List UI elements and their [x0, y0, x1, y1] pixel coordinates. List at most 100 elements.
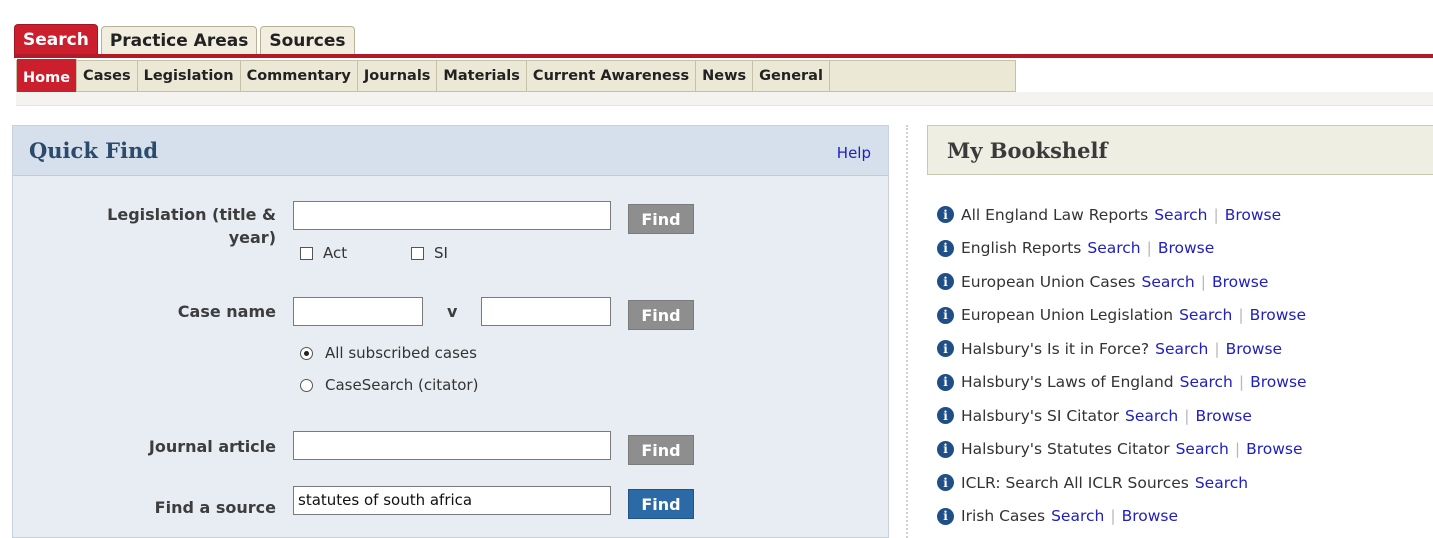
column-divider [906, 125, 908, 538]
legislation-input[interactable] [293, 201, 611, 230]
si-checkbox[interactable]: SI [411, 244, 448, 262]
subnav-general[interactable]: General [753, 61, 830, 91]
radio-casesearch[interactable]: CaseSearch (citator) [300, 376, 478, 394]
bookshelf-search-link[interactable]: Search [1125, 407, 1178, 425]
subnav-news[interactable]: News [696, 61, 754, 91]
bookshelf-item: i Irish Cases Search | Browse [937, 500, 1307, 534]
bookshelf-browse-link[interactable]: Browse [1226, 340, 1282, 358]
radio-all-subscribed-dot[interactable] [300, 346, 313, 360]
bookshelf-search-link[interactable]: Search [1154, 206, 1207, 224]
case-find-button[interactable]: Find [628, 300, 694, 330]
bookshelf-item: i European Union Legislation Search | Browse [937, 299, 1307, 333]
bookshelf-browse-link[interactable]: Browse [1158, 239, 1214, 257]
bookshelf-item-name: ICLR: Search All ICLR Sources [961, 473, 1189, 492]
link-separator: | [1213, 205, 1219, 224]
bookshelf-item-name: Halsbury's SI Citator [961, 406, 1119, 425]
bookshelf-browse-link[interactable]: Browse [1122, 507, 1178, 525]
link-separator: | [1214, 339, 1220, 358]
subnav-journals[interactable]: Journals [358, 61, 438, 91]
case-name-label: Case name [177, 302, 276, 321]
bookshelf-search-link[interactable]: Search [1176, 440, 1229, 458]
bookshelf-item: i English Reports Search | Browse [937, 232, 1307, 266]
bookshelf-item-name: Halsbury's Statutes Citator [961, 440, 1170, 459]
info-icon[interactable]: i [937, 340, 954, 358]
info-icon[interactable]: i [937, 273, 954, 291]
legislation-label: Legislation (title & year) [107, 203, 276, 249]
bookshelf-search-link[interactable]: Search [1087, 239, 1140, 257]
info-icon[interactable]: i [937, 474, 954, 492]
act-checkbox-box[interactable] [300, 246, 313, 260]
info-icon[interactable]: i [937, 373, 954, 391]
journal-label: Journal article [148, 437, 276, 456]
subnav-cases[interactable]: Cases [77, 61, 138, 91]
bookshelf-browse-link[interactable]: Browse [1250, 306, 1306, 324]
bookshelf-search-link[interactable]: Search [1141, 273, 1194, 291]
tab-sources[interactable]: Sources [260, 26, 355, 55]
subnav-commentary[interactable]: Commentary [241, 61, 358, 91]
nav-band [16, 92, 1433, 106]
bookshelf-item: i Halsbury's Statutes Citator Search | Brows… [937, 433, 1307, 467]
link-separator: | [1110, 507, 1116, 526]
subnav-materials[interactable]: Materials [437, 61, 527, 91]
bookshelf-browse-link[interactable]: Browse [1212, 273, 1268, 291]
bookshelf-search-link[interactable]: Search [1155, 340, 1208, 358]
sub-nav: Home Cases Legislation Commentary Journa… [16, 59, 1016, 97]
si-checkbox-box[interactable] [411, 246, 424, 260]
top-tabs: Search Practice Areas Sources [14, 24, 358, 55]
journal-find-button[interactable]: Find [628, 435, 694, 465]
bookshelf-item-name: Halsbury's Laws of England [961, 373, 1174, 392]
bookshelf-item: i Halsbury's SI Citator Search | Browse [937, 399, 1307, 433]
act-checkbox[interactable]: Act [300, 244, 347, 262]
info-icon[interactable]: i [937, 306, 954, 324]
bookshelf-browse-link[interactable]: Browse [1225, 206, 1281, 224]
case-party2-input[interactable] [481, 297, 611, 326]
bookshelf-item-name: English Reports [961, 239, 1082, 258]
radio-casesearch-label: CaseSearch (citator) [325, 376, 479, 394]
link-separator: | [1184, 406, 1190, 425]
bookshelf-browse-link[interactable]: Browse [1195, 407, 1251, 425]
bookshelf-list: i All England Law Reports Search | Browse i En… [937, 198, 1307, 533]
bookshelf-search-link[interactable]: Search [1195, 474, 1248, 492]
bookshelf-title: My Bookshelf [947, 138, 1108, 163]
bookshelf-panel: My Bookshelf i All England Law Reports Sea… [927, 125, 1433, 538]
radio-all-subscribed-label: All subscribed cases [325, 344, 477, 362]
bookshelf-browse-link[interactable]: Browse [1250, 373, 1306, 391]
source-find-button[interactable]: Find [628, 489, 694, 519]
info-icon[interactable]: i [937, 239, 954, 257]
journal-input[interactable] [293, 431, 611, 460]
link-separator: | [1234, 440, 1241, 459]
versus-label: v [447, 302, 458, 321]
bookshelf-item: i ICLR: Search All ICLR Sources Search [937, 466, 1307, 500]
legislation-find-button[interactable]: Find [628, 204, 694, 234]
tab-search[interactable]: Search [14, 24, 98, 55]
source-input[interactable]: statutes of south africa [293, 486, 611, 515]
subnav-legislation[interactable]: Legislation [138, 61, 241, 91]
legislation-label-line1: Legislation (title & [107, 205, 276, 224]
bookshelf-item: i All England Law Reports Search | Browse [937, 198, 1307, 232]
info-icon[interactable]: i [937, 206, 954, 224]
subnav-filler [830, 61, 1015, 91]
tab-practice-areas[interactable]: Practice Areas [100, 26, 258, 55]
bookshelf-search-link[interactable]: Search [1180, 373, 1233, 391]
quick-find-title: Quick Find [29, 138, 159, 163]
si-checkbox-label: SI [434, 244, 448, 262]
case-party1-input[interactable] [293, 297, 423, 326]
legislation-label-line2: year) [228, 228, 276, 247]
bookshelf-item-name: European Union Legislation [961, 306, 1174, 325]
radio-all-subscribed[interactable]: All subscribed cases [300, 344, 477, 362]
info-icon[interactable]: i [937, 407, 954, 425]
bookshelf-item-name: Irish Cases [961, 507, 1046, 526]
quick-find-header: Quick Find Help [13, 126, 888, 176]
subnav-current-awareness[interactable]: Current Awareness [527, 61, 697, 91]
info-icon[interactable]: i [937, 440, 954, 458]
bookshelf-item: i Halsbury's Laws of England Search | Browse [937, 366, 1307, 400]
bookshelf-browse-link[interactable]: Browse [1246, 440, 1302, 458]
info-icon[interactable]: i [937, 507, 954, 525]
bookshelf-item: i European Union Cases Search | Browse [937, 265, 1307, 299]
bookshelf-search-link[interactable]: Search [1179, 306, 1232, 324]
bookshelf-search-link[interactable]: Search [1051, 507, 1104, 525]
help-link[interactable]: Help [837, 144, 871, 162]
tab-rule [14, 54, 1433, 58]
radio-casesearch-dot[interactable] [300, 378, 313, 392]
bookshelf-item-name: Halsbury's Is it in Force? [961, 339, 1150, 358]
